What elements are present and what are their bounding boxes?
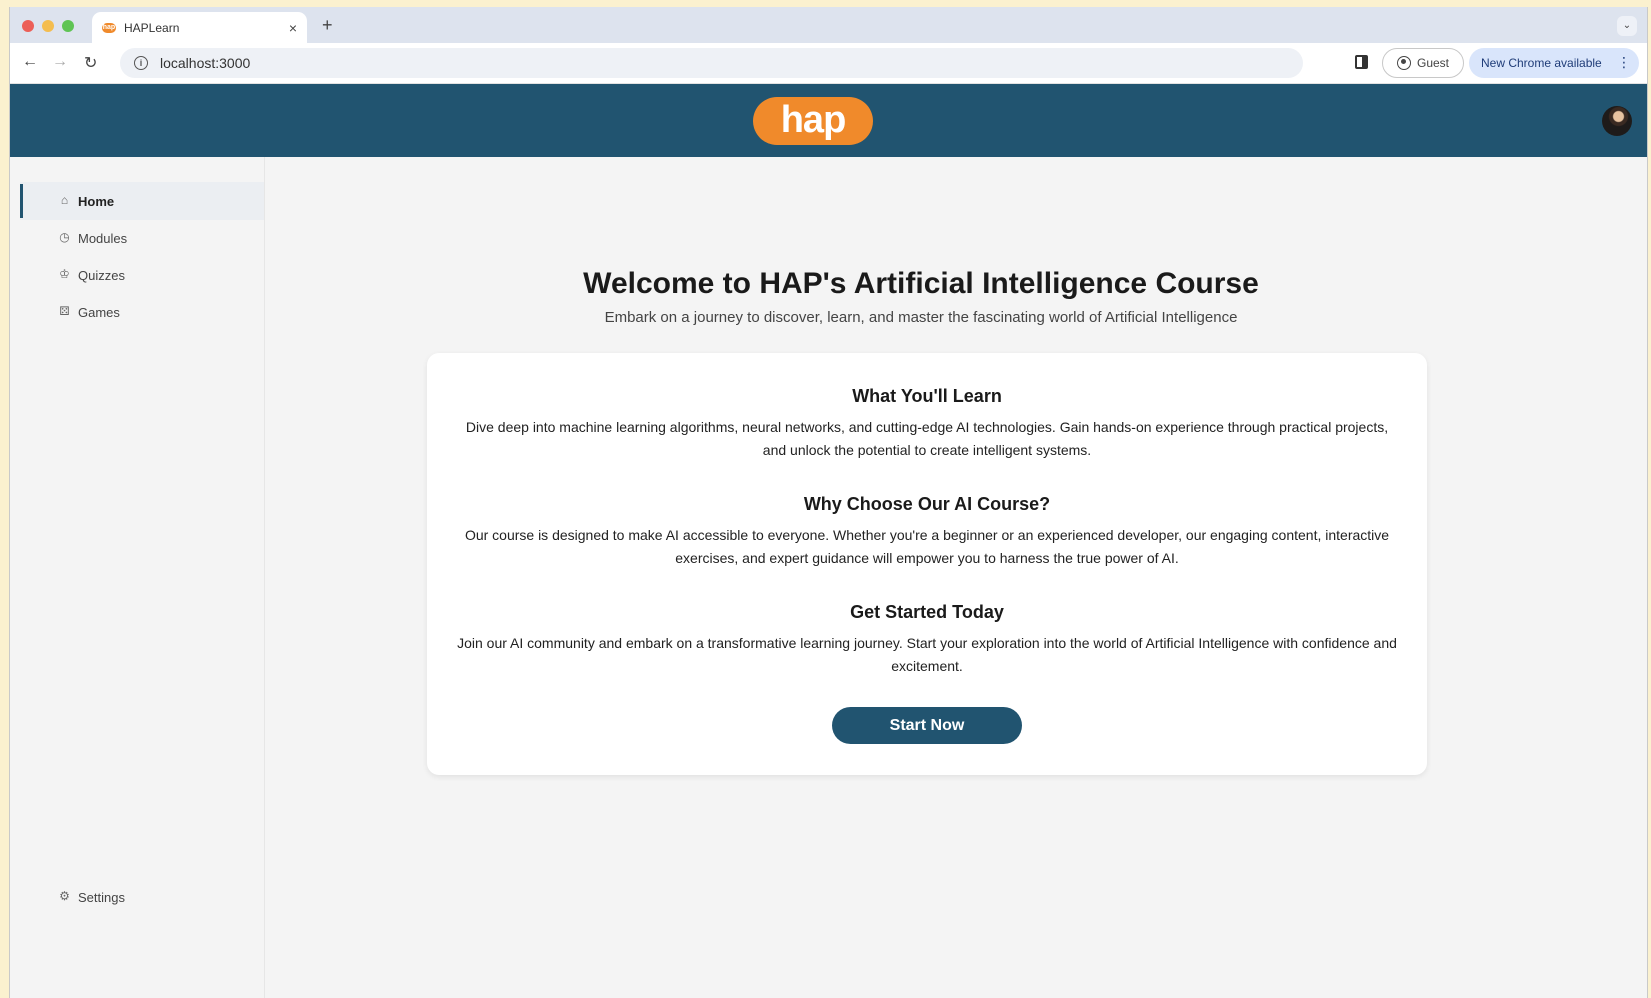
app-header: hap: [10, 84, 1647, 157]
browser-toolbar: ← → ↻ i localhost:3000 Guest New Chrome …: [10, 43, 1647, 84]
info-card: What You'll Learn Dive deep into machine…: [427, 353, 1427, 775]
back-arrow-icon[interactable]: ←: [22, 53, 38, 71]
window-controls: [22, 20, 74, 32]
clock-icon: ◷: [59, 230, 70, 244]
avatar[interactable]: [1602, 106, 1632, 136]
sidebar-item-label: Modules: [78, 230, 128, 246]
url-text[interactable]: localhost:3000: [160, 55, 250, 71]
minimize-window-button[interactable]: [42, 20, 54, 32]
sidebar-item-label: Games: [78, 304, 120, 320]
sidebar-item-modules[interactable]: ◷ Modules: [20, 219, 264, 257]
site-info-icon[interactable]: i: [134, 56, 148, 70]
guest-profile-button[interactable]: Guest: [1382, 48, 1464, 78]
reload-icon[interactable]: ↻: [84, 53, 97, 73]
side-panel-icon[interactable]: [1355, 55, 1368, 69]
menu-dots-icon[interactable]: ⋮: [1617, 54, 1631, 71]
update-label: New Chrome available: [1481, 56, 1602, 70]
close-window-button[interactable]: [22, 20, 34, 32]
browser-window: hap HAPLearn × + ⌄ ← → ↻ i localhost:300…: [9, 7, 1648, 998]
section-body: Dive deep into machine learning algorith…: [465, 419, 1389, 458]
section-body: Join our AI community and embark on a tr…: [457, 635, 1397, 674]
hap-logo[interactable]: hap: [753, 97, 873, 145]
page-subtitle: Embark on a journey to discover, learn, …: [604, 309, 1238, 326]
sidebar-item-quizzes[interactable]: ♔ Quizzes: [20, 256, 264, 294]
gear-icon: ⚙: [59, 889, 70, 903]
page-title: Welcome to HAP's Artificial Intelligence…: [583, 267, 1259, 300]
section-heading: Get Started Today: [850, 602, 1004, 622]
tab-title: HAPLearn: [124, 20, 180, 35]
close-tab-icon[interactable]: ×: [289, 20, 297, 36]
sidebar-item-label: Home: [78, 193, 115, 209]
home-icon: ⌂: [60, 193, 69, 207]
tab-strip: hap HAPLearn × + ⌄: [10, 7, 1647, 43]
sidebar-item-label: Settings: [78, 889, 125, 905]
gamepad-icon: ⚄: [59, 304, 70, 318]
address-bar[interactable]: i localhost:3000: [120, 48, 1303, 78]
tab-search-chevron-icon[interactable]: ⌄: [1617, 16, 1637, 36]
new-tab-icon[interactable]: +: [322, 15, 333, 36]
guest-label: Guest: [1416, 56, 1449, 70]
section-heading: What You'll Learn: [852, 386, 1002, 406]
hap-favicon-icon: hap: [102, 22, 116, 33]
main-content: Welcome to HAP's Artificial Intelligence…: [265, 157, 1647, 998]
sidebar: ⌂ Home ◷ Modules ♔ Quizzes ⚄ Games ⚙ Set…: [10, 157, 265, 998]
sidebar-item-games[interactable]: ⚄ Games: [20, 293, 264, 331]
section-body: Our course is designed to make AI access…: [464, 527, 1390, 566]
sidebar-item-label: Quizzes: [78, 267, 125, 283]
forward-arrow-icon[interactable]: →: [52, 53, 68, 71]
chrome-update-button[interactable]: New Chrome available ⋮: [1469, 48, 1639, 78]
trophy-icon: ♔: [59, 267, 70, 281]
maximize-window-button[interactable]: [62, 20, 74, 32]
browser-tab[interactable]: hap HAPLearn ×: [92, 12, 307, 43]
section-heading: Why Choose Our AI Course?: [803, 494, 1051, 514]
start-now-button[interactable]: Start Now: [832, 707, 1022, 744]
sidebar-item-settings[interactable]: ⚙ Settings: [20, 878, 264, 916]
guest-profile-icon: [1396, 56, 1411, 70]
sidebar-item-home[interactable]: ⌂ Home: [20, 182, 264, 220]
